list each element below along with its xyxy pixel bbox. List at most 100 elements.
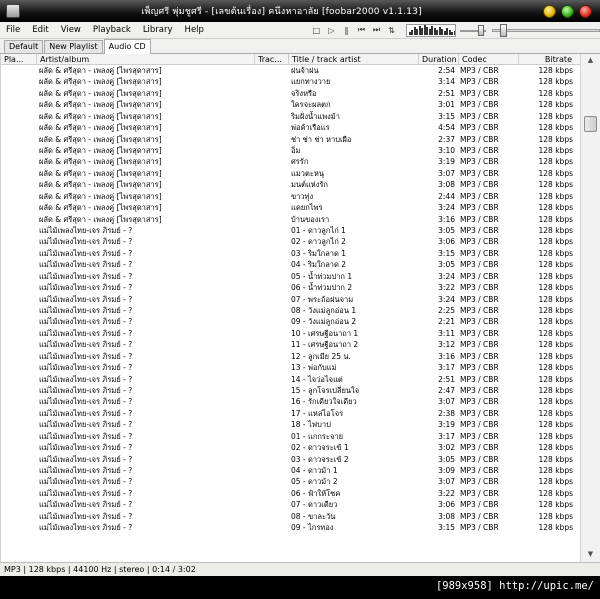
playlist-row[interactable]: แม่ไม้เพลงไทย-เจร ภิรมย์ - ? 13 - พ่อกับแ… [1,362,580,373]
playlist-row[interactable]: แม่ไม้เพลงไทย-เจร ภิรมย์ - ? 05 - น้ำท่วม… [1,271,580,282]
playlist-row[interactable]: แม่ไม้เพลงไทย-เจร ภิรมย์ - ? 09 - ไกรทอง 3… [1,522,580,533]
row-artist-album: แม่ไม้เพลงไทย-เจร ภิรมย์ - ? [39,260,133,270]
playlist-row[interactable]: ผลัด & ศรีสุดา - เพลงคู่ [ไพรสุดาสาร] ศรร… [1,156,580,167]
foobar-app-icon[interactable] [6,4,20,18]
menu-help[interactable]: Help [179,25,210,35]
next-icon[interactable]: ⏭ [370,24,383,37]
row-duration: 3:08 [438,180,455,190]
menu-file[interactable]: File [0,25,26,35]
playlist-row[interactable]: ผลัด & ศรีสุดา - เพลงคู่ [ไพรสุดาสาร] แยก… [1,76,580,87]
row-codec: MP3 / CBR [460,157,499,167]
menu-edit[interactable]: Edit [26,25,54,35]
playlist-row[interactable]: ผลัด & ศรีสุดา - เพลงคู่ [ไพรสุดาสาร] แมว… [1,168,580,179]
playlist-row[interactable]: แม่ไม้เพลงไทย-เจร ภิรมย์ - ? 07 - พระถ้อฝ… [1,294,580,305]
row-title: 10 - เศรษฐีอนาถา 1 [291,328,359,338]
row-bitrate: 128 kbps [538,306,573,316]
playlist-view[interactable]: Pla... Artist/album Trac... Title / trac… [0,54,580,562]
playlist-row[interactable]: แม่ไม้เพลงไทย-เจร ภิรมย์ - ? 14 - ไจว่อไจ… [1,374,580,385]
row-codec: MP3 / CBR [460,477,499,487]
playlist-row[interactable]: ผลัด & ศรีสุดา - เพลงคู่ [ไพรสุดาสาร] อิ่… [1,145,580,156]
playlist-row[interactable]: แม่ไม้เพลงไทย-เจร ภิรมย์ - ? 05 - ดาวม้า … [1,476,580,487]
volume-slider[interactable] [460,24,486,37]
playlist-row[interactable]: แม่ไม้เพลงไทย-เจร ภิรมย์ - ? 11 - เศรษฐีอ… [1,339,580,350]
vertical-scrollbar[interactable]: ▲ ▼ [580,54,600,562]
playlist-row[interactable]: แม่ไม้เพลงไทย-เจร ภิรมย์ - ? 03 - ริมใกลา… [1,248,580,259]
row-artist-album: ผลัด & ศรีสุดา - เพลงคู่ [ไพรสุดาสาร] [39,100,162,110]
row-duration: 3:06 [438,500,455,510]
playlist-row[interactable]: ผลัด & ศรีสุดา - เพลงคู่ [ไพรสุดาสาร] แคย… [1,202,580,213]
playlist-row[interactable]: แม่ไม้เพลงไทย-เจร ภิรมย์ - ? 01 - แกกระจา… [1,431,580,442]
play-icon[interactable]: ▷ [325,24,338,37]
playlist-row[interactable]: แม่ไม้เพลงไทย-เจร ภิรมย์ - ? 04 - ดาวม้า … [1,465,580,476]
tab-audio-cd[interactable]: Audio CD [103,39,151,54]
scroll-down-icon[interactable]: ▼ [585,550,596,560]
column-playing[interactable]: Pla... [1,54,37,65]
playlist-row[interactable]: แม่ไม้เพลงไทย-เจร ภิรมย์ - ? 10 - เศรษฐีอ… [1,328,580,339]
column-duration[interactable]: Duration [419,54,459,65]
random-icon[interactable]: ⇅ [385,24,398,37]
row-artist-album: ผลัด & ศรีสุดา - เพลงคู่ [ไพรสุดาสาร] [39,214,162,224]
playlist-row[interactable]: ผลัด & ศรีสุดา - เพลงคู่ [ไพรสุดาสาร] ขาว… [1,191,580,202]
row-codec: MP3 / CBR [460,283,499,293]
playlist-row[interactable]: แม่ไม้เพลงไทย-เจร ภิรมย์ - ? 02 - ดาวจระเ… [1,442,580,453]
row-artist-album: แม่ไม้เพลงไทย-เจร ภิรมย์ - ? [39,363,133,373]
playlist-row[interactable]: ผลัด & ศรีสุดา - เพลงคู่ [ไพรสุดาสาร] ช่า… [1,134,580,145]
column-title[interactable]: Title / track artist [289,54,419,65]
playlist-row[interactable]: ผลัด & ศรีสุดา - เพลงคู่ [ไพรสุดาสาร] ใคร… [1,99,580,110]
image-footer: [989x958] http://upic.me/ [0,576,600,599]
scroll-up-icon[interactable]: ▲ [585,56,596,66]
menu-playback[interactable]: Playback [87,25,137,35]
tab-new-playlist[interactable]: New Playlist [44,40,103,53]
row-bitrate: 128 kbps [538,408,573,418]
column-bitrate[interactable]: Bitrate [519,54,580,65]
playlist-row[interactable]: แม่ไม้เพลงไทย-เจร ภิรมย์ - ? 06 - ฟ้าให้โ… [1,488,580,499]
seek-knob[interactable] [499,23,507,37]
playlist-row[interactable]: แม่ไม้เพลงไทย-เจร ภิรมย์ - ? 04 - ริมใกลา… [1,259,580,270]
menu-view[interactable]: View [55,25,87,35]
row-artist-album: แม่ไม้เพลงไทย-เจร ภิรมย์ - ? [39,454,133,464]
scroll-thumb[interactable] [584,116,597,132]
row-bitrate: 128 kbps [538,237,573,247]
maximize-button[interactable] [561,4,574,18]
menu-library[interactable]: Library [137,25,179,35]
stop-icon[interactable]: □ [310,24,323,37]
tab-default[interactable]: Default [4,40,44,53]
playlist-row[interactable]: ผลัด & ศรีสุดา - เพลงคู่ [ไพรสุดาสาร] ริม… [1,111,580,122]
row-bitrate: 128 kbps [538,77,573,87]
playlist-row[interactable]: แม่ไม้เพลงไทย-เจร ภิรมย์ - ? 01 - ดาวลูกไ… [1,225,580,236]
playlist-row[interactable]: แม่ไม้เพลงไทย-เจร ภิรมย์ - ? 08 - ขาละวัน… [1,511,580,522]
playlist-row[interactable]: แม่ไม้เพลงไทย-เจร ภิรมย์ - ? 16 - รักเดีย… [1,396,580,407]
playlist-row[interactable]: ผลัด & ศรีสุดา - เพลงคู่ [ไพรสุดาสาร] ฝนจ… [1,65,580,76]
row-artist-album: ผลัด & ศรีสุดา - เพลงคู่ [ไพรสุดาสาร] [39,66,162,75]
column-track-number[interactable]: Trac... [255,54,289,65]
playlist-row[interactable]: แม่ไม้เพลงไทย-เจร ภิรมย์ - ? 15 - ลูกโจรเ… [1,385,580,396]
playlist-row[interactable]: แม่ไม้เพลงไทย-เจร ภิรมย์ - ? 17 - แหล่ไอโ… [1,408,580,419]
previous-icon[interactable]: ⏮ [355,24,368,37]
close-button[interactable] [579,4,592,18]
playlist-row[interactable]: ผลัด & ศรีสุดา - เพลงคู่ [ไพรสุดาสาร] มนต… [1,179,580,190]
playlist-row[interactable]: แม่ไม้เพลงไทย-เจร ภิรมย์ - ? 09 - วังแม่ล… [1,316,580,327]
column-artist-album[interactable]: Artist/album [37,54,255,65]
playlist-row[interactable]: ผลัด & ศรีสุดา - เพลงคู่ [ไพรสุดาสาร] พ่อ… [1,122,580,133]
row-title: 06 - ฟ้าให้โชค [291,488,341,498]
row-bitrate: 128 kbps [538,226,573,236]
seek-bar[interactable] [491,23,600,37]
row-title: 11 - เศรษฐีอนาถา 2 [291,340,359,350]
playlist-row[interactable]: ผลัด & ศรีสุดา - เพลงคู่ [ไพรสุดาสาร] บ้า… [1,214,580,225]
playlist-row[interactable]: แม่ไม้เพลงไทย-เจร ภิรมย์ - ? 08 - วังแม่ล… [1,305,580,316]
playlist-row[interactable]: แม่ไม้เพลงไทย-เจร ภิรมย์ - ? 02 - ดาวลูกไ… [1,236,580,247]
playlist-row[interactable]: แม่ไม้เพลงไทย-เจร ภิรมย์ - ? 07 - ดาวเดีย… [1,499,580,510]
playlist-row[interactable]: ผลัด & ศรีสุดา - เพลงคู่ [ไพรสุดาสาร] จริ… [1,88,580,99]
playlist-row[interactable]: แม่ไม้เพลงไทย-เจร ภิรมย์ - ? 18 - ไฟบาป 3:… [1,419,580,430]
column-codec[interactable]: Codec [459,54,519,65]
pause-icon[interactable]: ‖ [340,24,353,37]
row-artist-album: แม่ไม้เพลงไทย-เจร ภิรมย์ - ? [39,443,133,453]
playlist-row[interactable]: แม่ไม้เพลงไทย-เจร ภิรมย์ - ? 06 - น้ำท่วม… [1,282,580,293]
row-duration: 3:05 [438,226,455,236]
row-duration: 3:24 [438,271,455,281]
playlist-row[interactable]: แม่ไม้เพลงไทย-เจร ภิรมย์ - ? 03 - ดาวจระเ… [1,454,580,465]
playlist-row[interactable]: แม่ไม้เพลงไทย-เจร ภิรมย์ - ? 12 - ลูกเมีย… [1,351,580,362]
playlist-tabs: Default New Playlist Audio CD [0,39,600,54]
volume-knob[interactable] [478,24,485,36]
minimize-button[interactable] [543,4,556,18]
